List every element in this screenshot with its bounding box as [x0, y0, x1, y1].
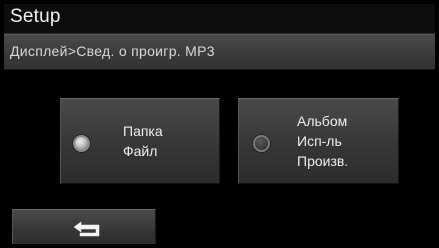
title-bar: Setup	[4, 4, 435, 34]
page-title: Setup	[10, 6, 61, 27]
option-album-artist-title[interactable]: Альбом Исп-ль Произв.	[238, 98, 399, 184]
option-label: Папка Файл	[123, 121, 163, 161]
setup-screen: Setup Дисплей>Свед. о проигр. MP3 Папка …	[4, 4, 435, 244]
radio-selected-icon	[73, 135, 90, 152]
option-label-line: Исп-ль	[297, 133, 342, 149]
breadcrumb-path: Дисплей>Свед. о проигр. MP3	[10, 43, 215, 59]
option-label-line: Произв.	[297, 153, 349, 169]
breadcrumb: Дисплей>Свед. о проигр. MP3	[4, 34, 435, 70]
option-folder-file[interactable]: Папка Файл	[60, 98, 220, 184]
return-arrow-icon	[73, 221, 100, 237]
option-label-line: Папка	[123, 123, 163, 139]
back-button[interactable]	[12, 209, 156, 244]
option-label-line: Файл	[123, 143, 158, 159]
radio-unselected-icon	[253, 135, 270, 152]
option-label: Альбом Исп-ль Произв.	[297, 111, 348, 171]
option-label-line: Альбом	[297, 113, 348, 129]
